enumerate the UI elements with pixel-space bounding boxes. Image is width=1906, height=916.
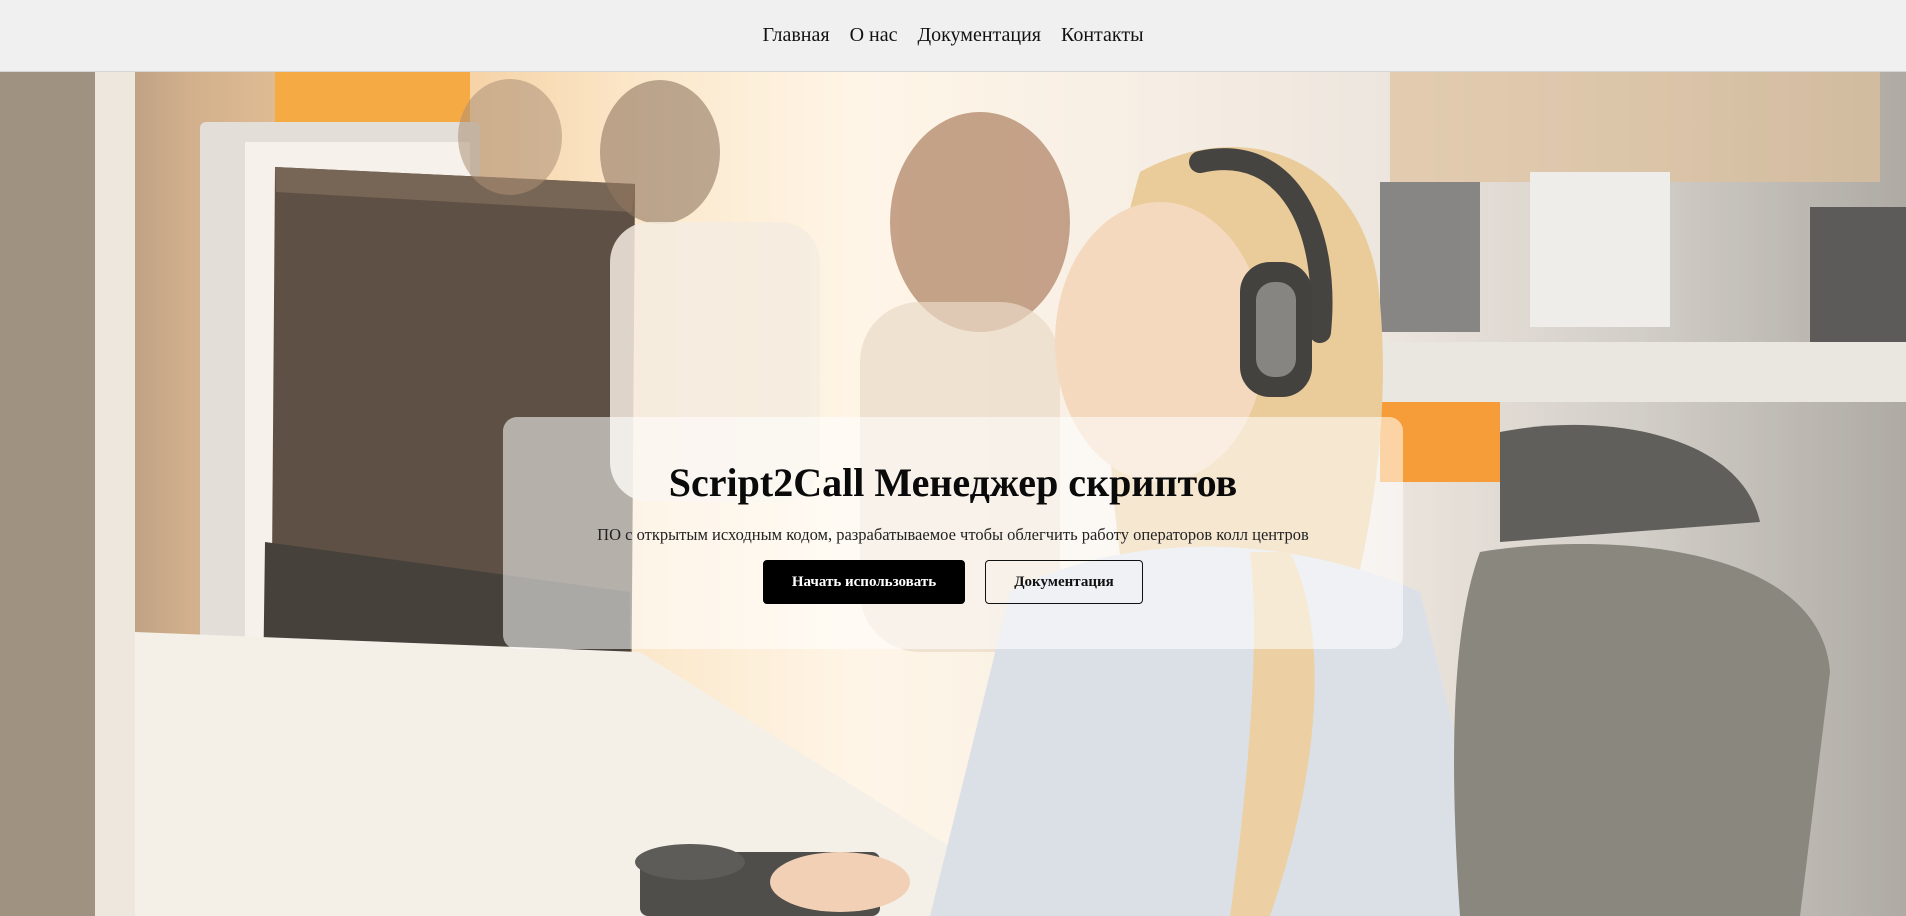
nav-link-documentation[interactable]: Документация (917, 24, 1041, 47)
hero-card: Script2Call Менеджер скриптов ПО с откры… (503, 417, 1403, 649)
hero-subtitle: ПО с открытым исходным кодом, разрабатыв… (597, 525, 1309, 544)
hero-title: Script2Call Менеджер скриптов (668, 460, 1238, 505)
top-navbar: Главная О нас Документация Контакты (0, 0, 1906, 72)
nav-link-about[interactable]: О нас (850, 24, 898, 47)
documentation-button[interactable]: Документация (985, 560, 1143, 604)
hero-section: Script2Call Менеджер скриптов ПО с откры… (0, 72, 1906, 916)
hero-button-row: Начать использовать Документация (503, 560, 1403, 604)
start-using-button[interactable]: Начать использовать (763, 560, 965, 604)
nav-link-home[interactable]: Главная (762, 24, 829, 47)
nav-link-contacts[interactable]: Контакты (1061, 24, 1144, 47)
